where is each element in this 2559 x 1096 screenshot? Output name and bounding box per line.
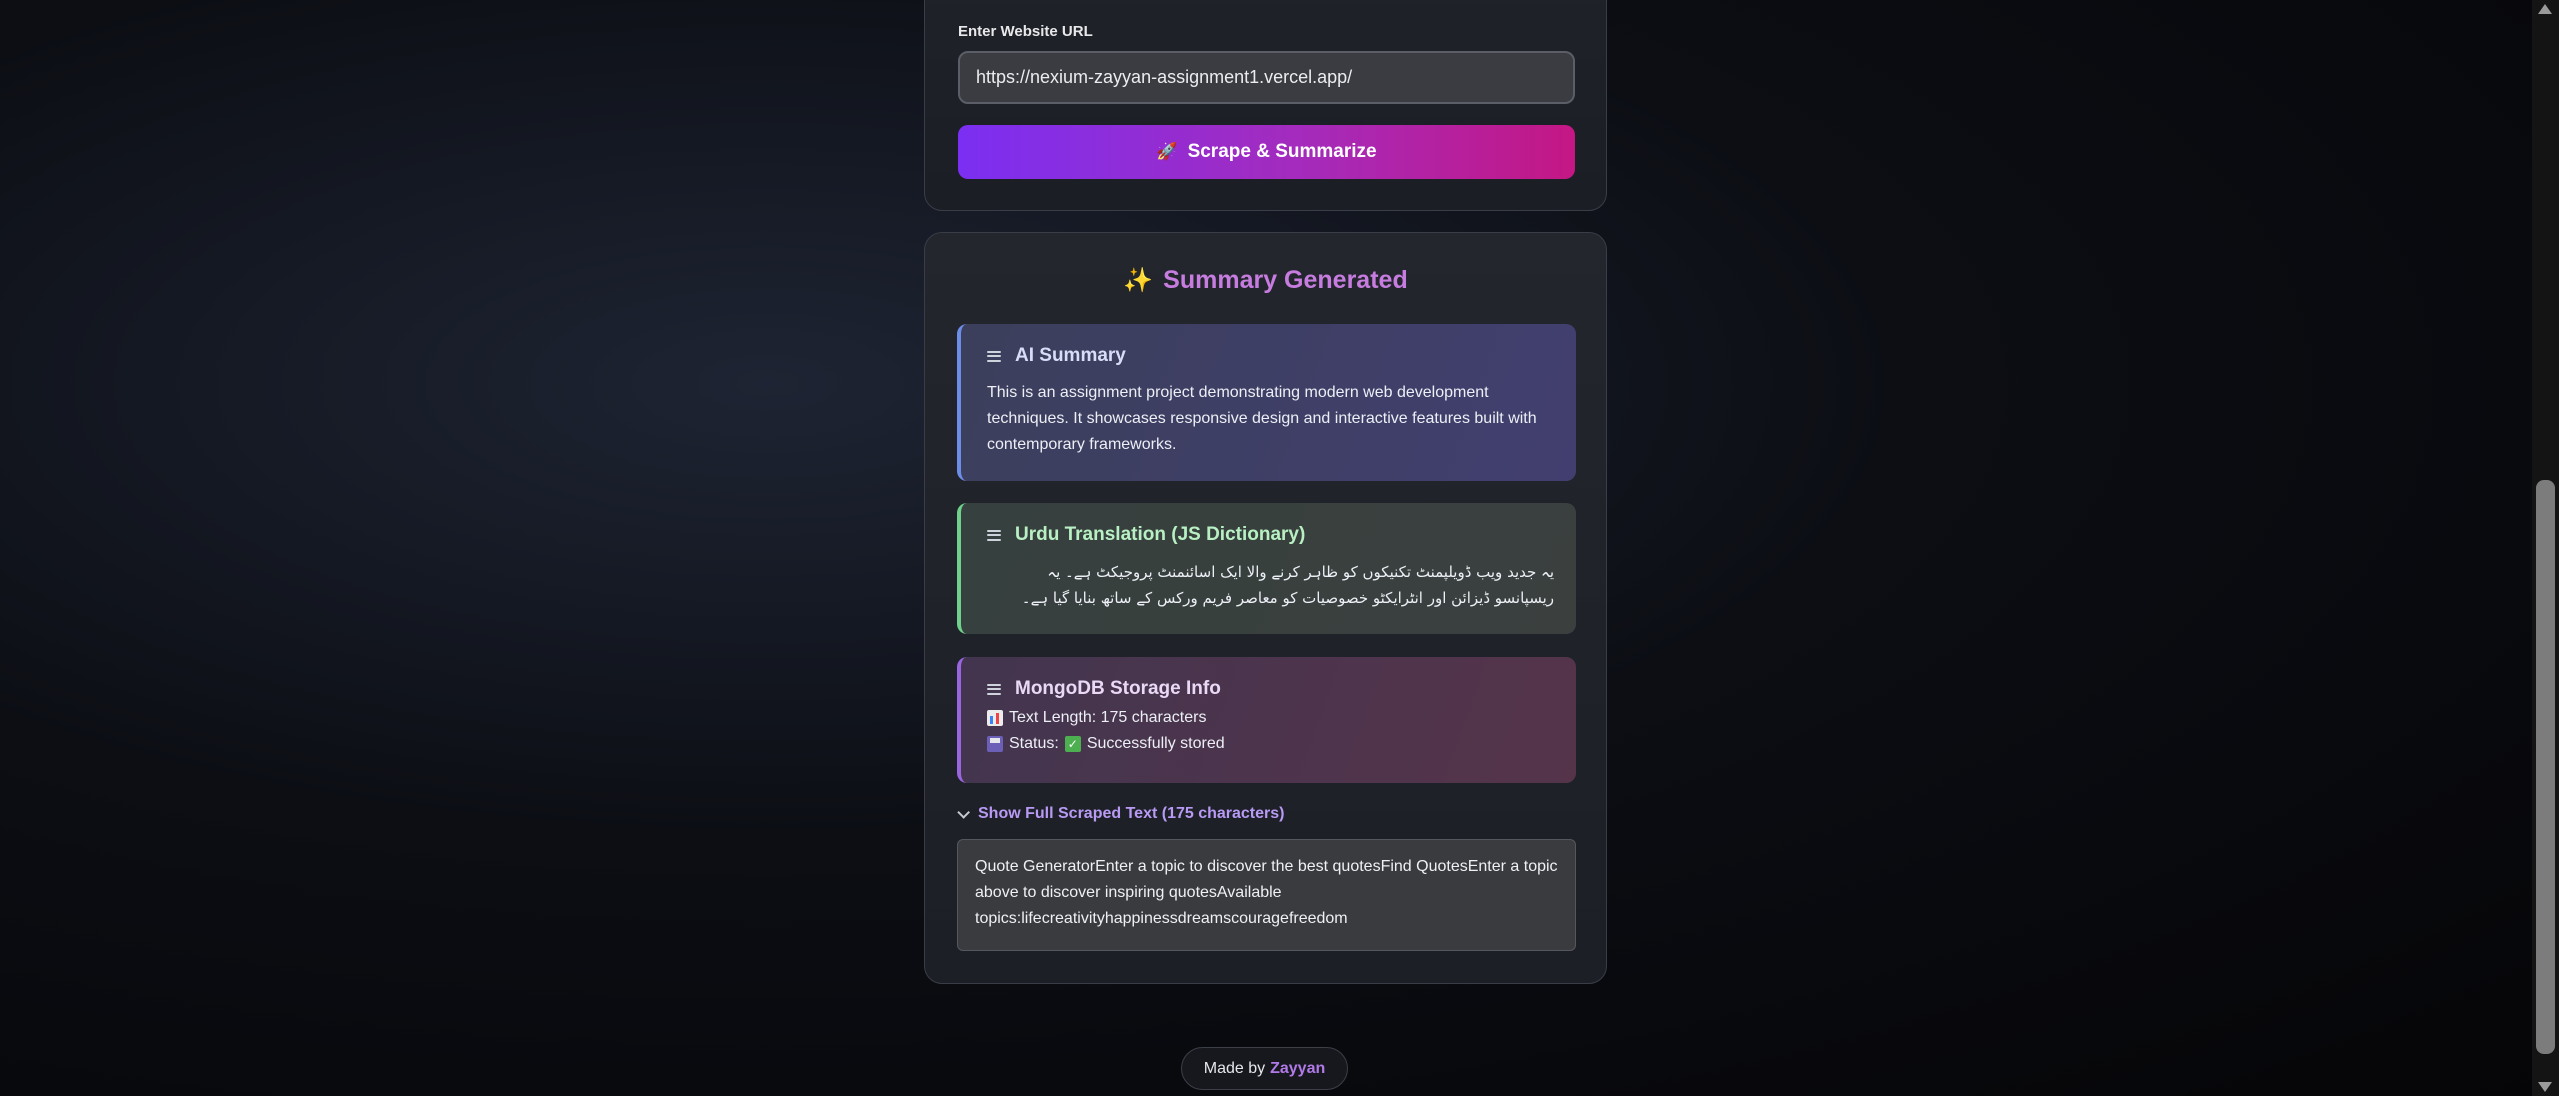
text-length-row: Text Length: 175 characters <box>987 709 1554 727</box>
ai-summary-title: AI Summary <box>1015 345 1126 366</box>
text-length-value: Text Length: 175 characters <box>1009 709 1207 726</box>
floppy-disk-icon <box>987 736 1003 752</box>
ai-summary-panel: AI Summary This is an assignment project… <box>957 324 1576 481</box>
footer-credit: Made by Zayyan <box>1181 1047 1348 1090</box>
page-scrollbar[interactable] <box>2532 0 2559 1096</box>
bar-chart-icon <box>987 710 1003 726</box>
urdu-translation-title: Urdu Translation (JS Dictionary) <box>1015 524 1306 545</box>
sparkles-icon: ✨ <box>1123 267 1154 294</box>
scroll-down-arrow-icon[interactable] <box>2538 1082 2552 1092</box>
ai-summary-text: This is an assignment project demonstrat… <box>987 384 1537 453</box>
menu-icon <box>987 683 1001 695</box>
summary-title: Summary Generated <box>1163 266 1408 294</box>
show-full-text-toggle[interactable]: Show Full Scraped Text (175 characters) <box>957 805 1284 823</box>
status-value: Successfully stored <box>1086 735 1225 752</box>
mongodb-info-title: MongoDB Storage Info <box>1015 678 1221 699</box>
check-mark-icon: ✓ <box>1064 736 1081 752</box>
summary-card: ✨ Summary Generated AI Summary This is a… <box>924 232 1607 984</box>
show-full-text-label: Show Full Scraped Text (175 characters) <box>978 805 1285 822</box>
urdu-translation-panel: Urdu Translation (JS Dictionary) یہ جدید… <box>957 503 1576 634</box>
url-input[interactable] <box>958 51 1575 104</box>
scraped-text-box: Quote GeneratorEnter a topic to discover… <box>957 839 1576 951</box>
mongodb-info-panel: MongoDB Storage Info Text Length: 175 ch… <box>957 657 1576 783</box>
scroll-up-arrow-icon[interactable] <box>2538 4 2552 14</box>
scrape-summarize-button[interactable]: 🚀 Scrape & Summarize <box>958 125 1575 179</box>
menu-icon <box>987 529 1001 541</box>
summary-heading: ✨ Summary Generated <box>925 266 1606 295</box>
chevron-down-icon <box>957 805 970 819</box>
scrollbar-thumb[interactable] <box>2536 480 2555 1054</box>
footer-prefix: Made by <box>1203 1059 1266 1077</box>
scrape-summarize-label: Scrape & Summarize <box>1187 141 1377 162</box>
url-field-label: Enter Website URL <box>958 23 1093 40</box>
urdu-translation-text: یہ جدید ویب ڈویلپمنٹ تکنیکوں کو ظاہر کرن… <box>1021 563 1554 607</box>
author-link[interactable]: Zayyan <box>1270 1060 1325 1078</box>
url-form-card: Enter Website URL 🚀 Scrape & Summarize <box>924 0 1607 211</box>
storage-status-row: Status: ✓ Successfully stored <box>987 735 1554 753</box>
rocket-icon: 🚀 <box>1156 142 1178 161</box>
menu-icon <box>987 350 1001 362</box>
status-label: Status: <box>1009 735 1059 752</box>
